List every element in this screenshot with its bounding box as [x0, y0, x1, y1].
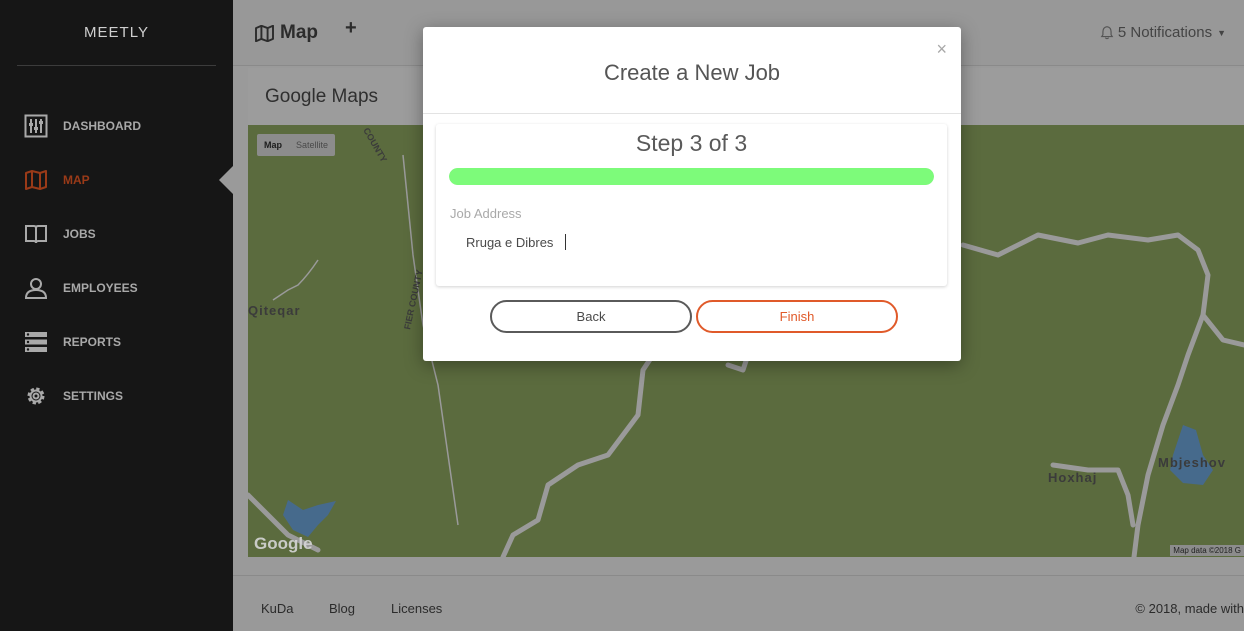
bell-icon [1100, 26, 1114, 40]
wizard-panel: Step 3 of 3 Job Address [436, 124, 947, 286]
create-job-modal: Create a New Job × Step 3 of 3 Job Addre… [423, 27, 961, 361]
job-address-label: Job Address [450, 206, 522, 221]
sidebar-item-map[interactable]: MAP [0, 153, 233, 207]
text-cursor [565, 234, 566, 250]
step-indicator: Step 3 of 3 [635, 130, 748, 156]
sidebar-item-label: JOBS [63, 227, 96, 241]
copyright: © 2018, made with [1135, 601, 1244, 616]
footer-link-licenses[interactable]: Licenses [391, 601, 442, 616]
job-address-input[interactable] [450, 228, 930, 256]
notifications-label: 5 Notifications [1117, 24, 1213, 41]
sidebar-item-label: REPORTS [63, 335, 122, 349]
map-label-place: Hoxhaj [1048, 470, 1098, 485]
map-label-place: Mbjeshov [1158, 455, 1226, 470]
sidebar-item-dashboard[interactable]: DASHBOARD [0, 99, 233, 153]
back-button[interactable]: Back [490, 300, 692, 333]
sidebar-item-reports[interactable]: REPORTS [0, 315, 233, 369]
sidebar-item-jobs[interactable]: JOBS [0, 207, 233, 261]
progress-bar [449, 168, 934, 185]
map-label-place: Qiteqar [248, 303, 301, 318]
sidebar-nav: DASHBOARD MAP JOBS EMPLOYEES REPORTS SET… [0, 99, 233, 423]
sidebar-item-employees[interactable]: EMPLOYEES [0, 261, 233, 315]
book-icon [24, 222, 48, 246]
page-title: Map [255, 22, 318, 44]
sidebar-item-settings[interactable]: SETTINGS [0, 369, 233, 423]
sidebar-item-label: EMPLOYEES [63, 281, 138, 295]
gear-icon [24, 384, 48, 408]
footer-link-kuda[interactable]: KuDa [261, 601, 294, 616]
add-button[interactable]: + [345, 17, 357, 40]
map-type-control[interactable]: Map Satellite [257, 134, 336, 156]
map-type-satellite-button[interactable]: Satellite [289, 134, 335, 156]
page-title-text: Map [280, 22, 318, 43]
modal-header: Create a New Job × [423, 27, 961, 114]
modal-title: Create a New Job [603, 60, 781, 85]
map-icon [24, 168, 48, 192]
sidebar: MEETLY DASHBOARD MAP JOBS EMPLOYEES REPO… [0, 0, 233, 631]
svg-text:COUNTY: COUNTY [361, 126, 389, 164]
map-attribution[interactable]: Map data ©2018 G [1170, 545, 1244, 556]
footer-link-blog[interactable]: Blog [329, 601, 355, 616]
user-icon [24, 276, 48, 300]
map-type-map-button[interactable]: Map [257, 134, 289, 156]
svg-text:FIER COUNTY: FIER COUNTY [402, 269, 424, 331]
google-logo: Google [254, 534, 313, 553]
sidebar-item-label: MAP [63, 173, 90, 187]
reports-icon [24, 330, 48, 354]
close-icon[interactable]: × [936, 39, 947, 60]
progress-fill [449, 168, 934, 185]
map-icon [255, 24, 274, 42]
finish-button[interactable]: Finish [696, 300, 898, 333]
dashboard-icon [24, 114, 48, 138]
chevron-down-icon: ▼ [1217, 27, 1226, 38]
sidebar-item-label: SETTINGS [63, 389, 124, 403]
footer: KuDa Blog Licenses © 2018, made with [233, 575, 1244, 631]
notifications-dropdown[interactable]: 5 Notifications ▼ [1100, 24, 1226, 41]
brand-logo: MEETLY [17, 0, 216, 66]
sidebar-item-label: DASHBOARD [63, 119, 141, 133]
